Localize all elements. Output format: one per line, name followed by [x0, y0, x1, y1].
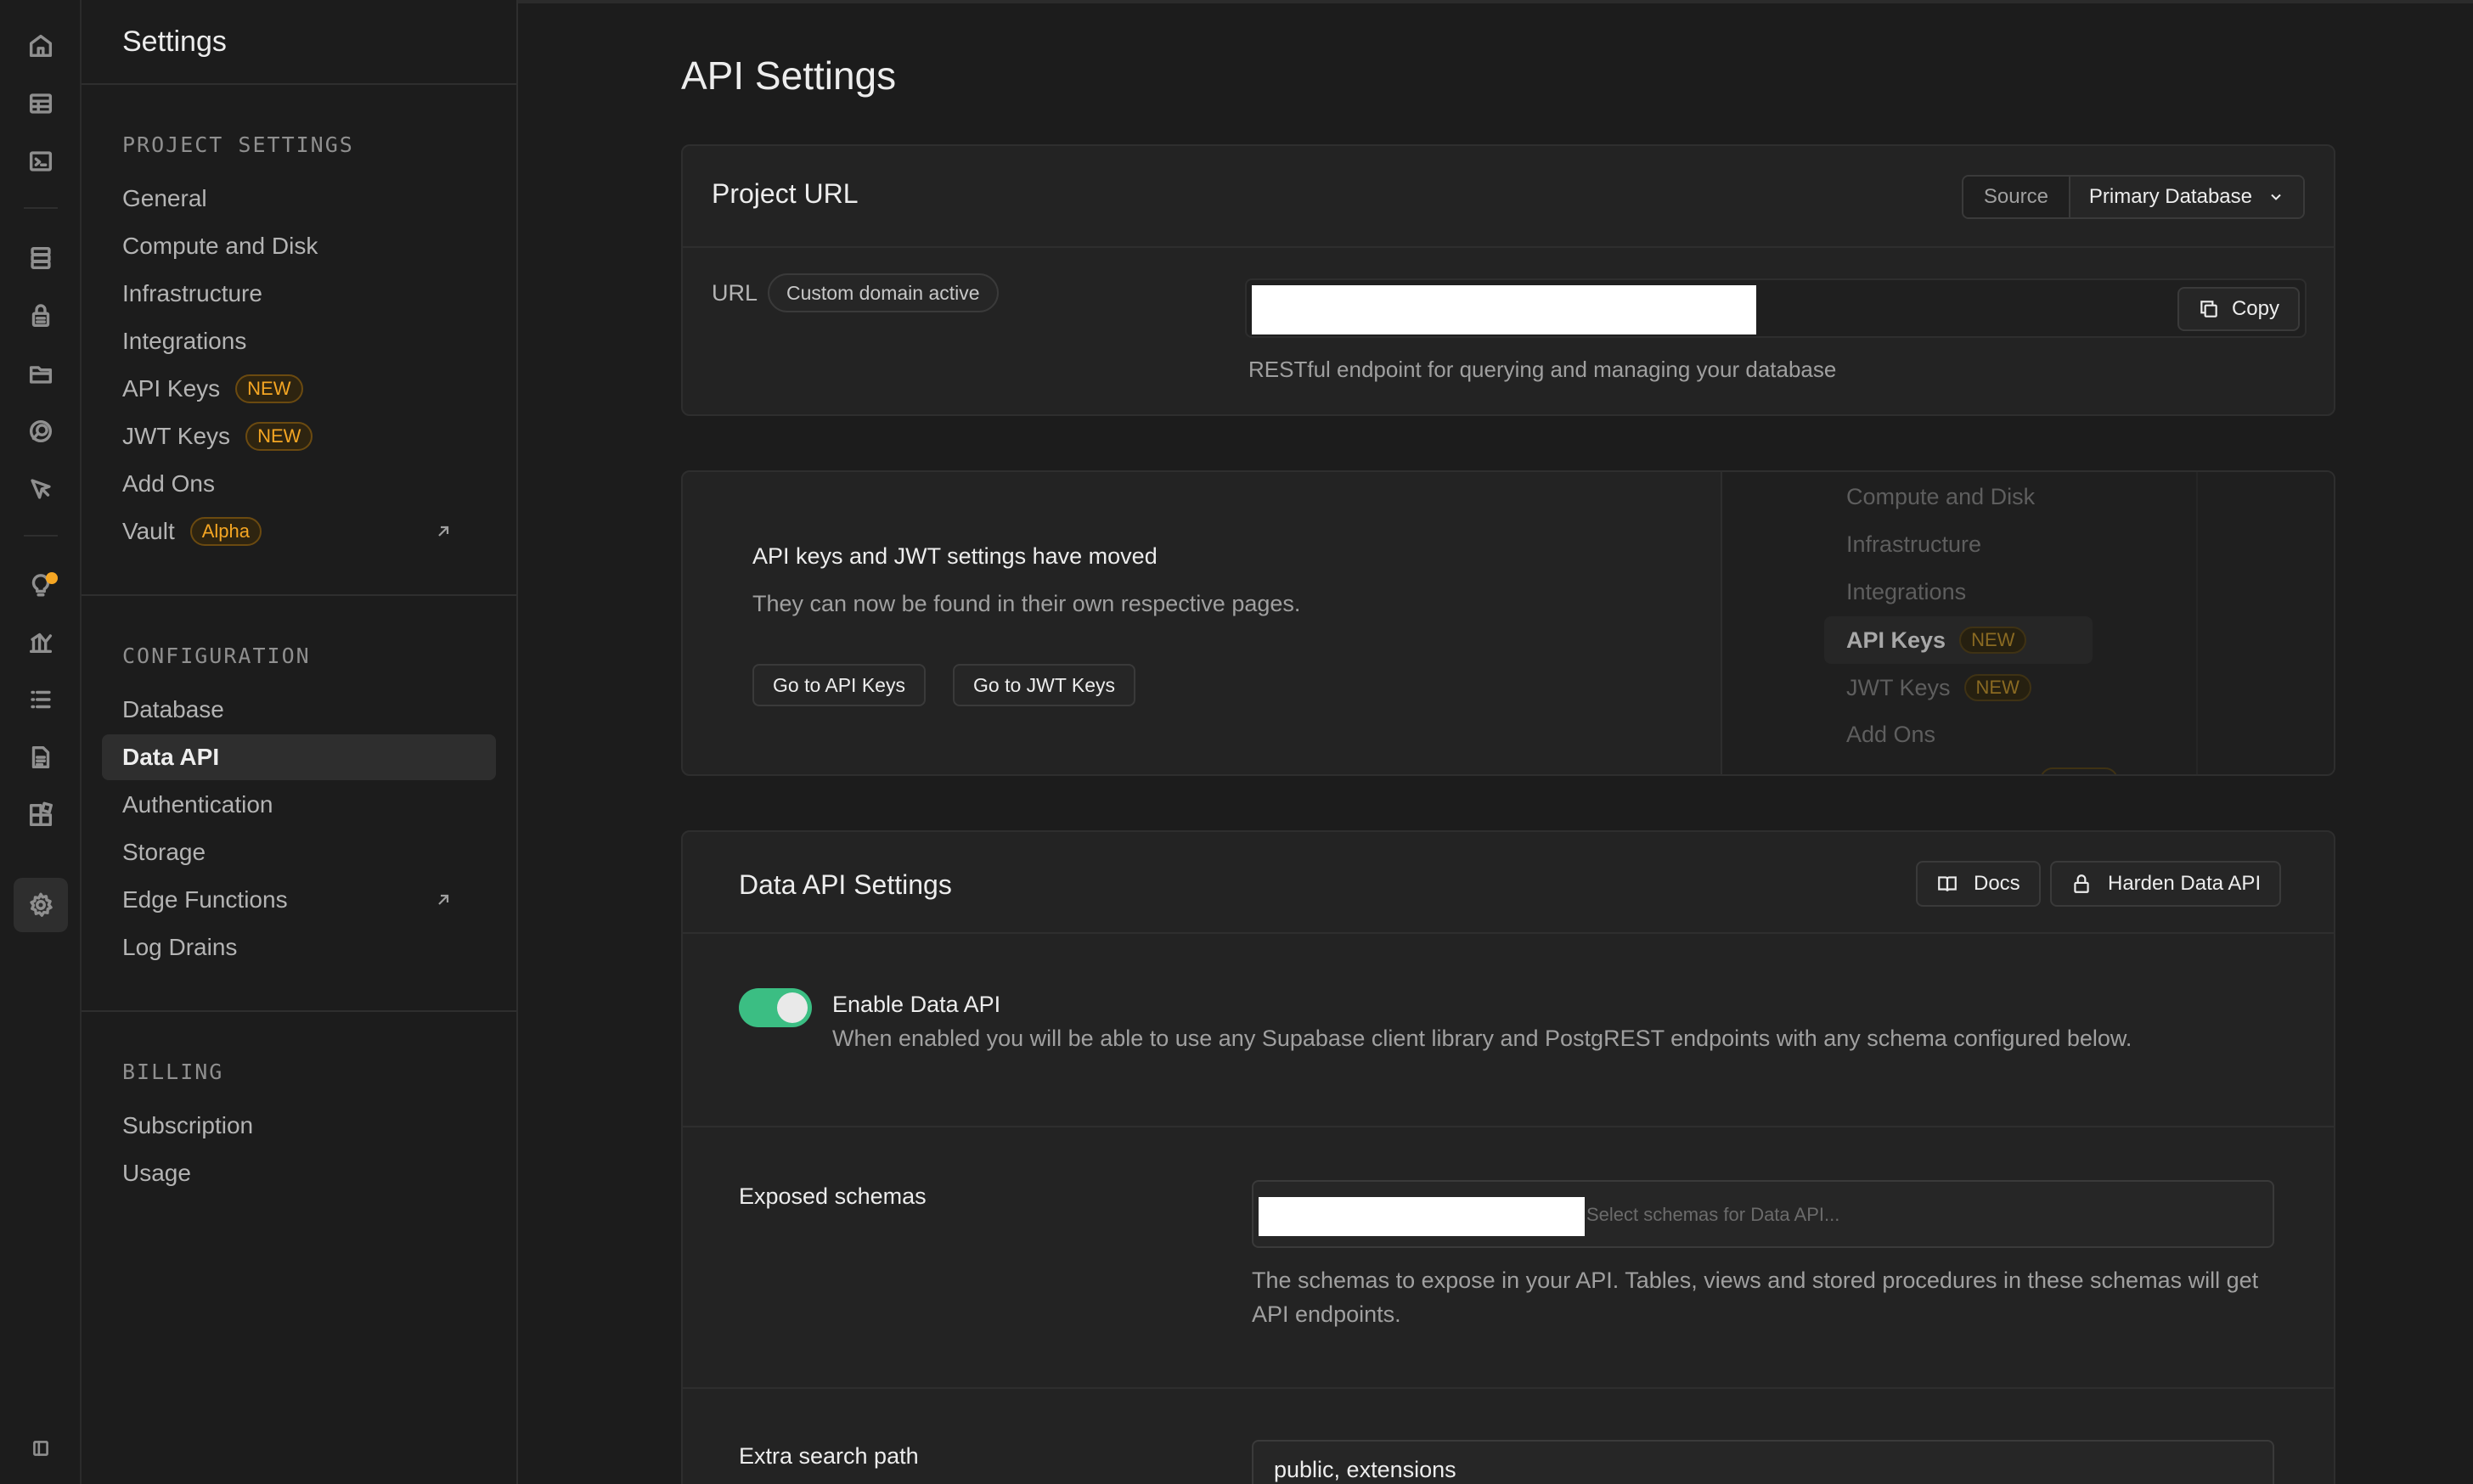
- sql-editor-icon[interactable]: [24, 144, 58, 178]
- sidebar-title: Settings: [122, 25, 227, 58]
- preview-cut-badge: [2040, 767, 2118, 774]
- data-api-title: Data API Settings: [739, 869, 952, 900]
- settings-moved-card: API keys and JWT settings have moved The…: [681, 470, 2335, 776]
- exposed-schemas-select[interactable]: Select schemas for Data API...: [1252, 1180, 2274, 1248]
- url-help-text: RESTful endpoint for querying and managi…: [1248, 357, 1837, 382]
- api-docs-icon[interactable]: [24, 740, 58, 774]
- new-badge: NEW: [1963, 674, 2031, 701]
- sidebar-preview: Compute and Disk Infrastructure Integrat…: [1721, 472, 2334, 774]
- sidebar-item-edge-functions[interactable]: Edge Functions: [102, 877, 496, 923]
- storage-folder-icon[interactable]: [24, 357, 58, 391]
- extra-search-path-label: Extra search path: [739, 1443, 919, 1469]
- sidebar-item-jwt-keys[interactable]: JWT Keys NEW: [102, 413, 496, 459]
- external-link-icon: [433, 889, 453, 909]
- table-editor-icon[interactable]: [24, 87, 58, 121]
- extra-search-path-input[interactable]: public, extensions: [1252, 1440, 2274, 1484]
- external-link-icon: [433, 520, 453, 541]
- redacted-url: [1252, 285, 1756, 334]
- section-heading-configuration: CONFIGURATION: [122, 644, 311, 668]
- chevron-down-icon: [2271, 194, 2281, 200]
- preview-item: Compute and Disk: [1846, 484, 2036, 509]
- auth-lock-icon[interactable]: [24, 299, 58, 333]
- project-url-field[interactable]: Copy: [1245, 278, 2307, 338]
- page-title: API Settings: [681, 53, 897, 98]
- url-label: URL: [712, 280, 758, 306]
- sidebar-item-storage[interactable]: Storage: [102, 829, 496, 875]
- enable-data-api-label: Enable Data API: [832, 992, 1001, 1017]
- moved-subtitle: They can now be found in their own respe…: [752, 591, 1301, 616]
- integrations-icon[interactable]: [24, 798, 58, 832]
- section-heading-project-settings: PROJECT SETTINGS: [122, 132, 354, 157]
- settings-sidebar: Settings PROJECT SETTINGS General Comput…: [82, 0, 518, 1484]
- sidebar-item-data-api[interactable]: Data API: [102, 734, 496, 780]
- collapse-sidebar-icon[interactable]: [24, 1431, 58, 1465]
- book-icon: [1938, 876, 1957, 891]
- extra-search-path-value: public, extensions: [1274, 1457, 1456, 1482]
- sidebar-item-integrations[interactable]: Integrations: [102, 318, 496, 364]
- sidebar-item-subscription[interactable]: Subscription: [102, 1103, 496, 1149]
- realtime-icon[interactable]: [24, 414, 58, 448]
- reports-icon[interactable]: [24, 625, 58, 659]
- sidebar-item-log-drains[interactable]: Log Drains: [102, 925, 496, 970]
- schemas-placeholder: Select schemas for Data API...: [1586, 1204, 1840, 1225]
- exposed-schemas-label: Exposed schemas: [739, 1183, 927, 1209]
- preview-item: JWT Keys NEW: [1846, 674, 2031, 701]
- notification-dot: [46, 572, 58, 584]
- docs-button[interactable]: Docs: [1916, 861, 2041, 907]
- moved-title: API keys and JWT settings have moved: [752, 543, 1158, 569]
- new-badge: NEW: [245, 422, 313, 451]
- preview-item: Add Ons: [1846, 722, 1936, 747]
- copy-icon: [2200, 301, 2217, 318]
- enable-data-api-toggle[interactable]: [739, 988, 812, 1027]
- sidebar-item-api-keys[interactable]: API Keys NEW: [102, 366, 496, 412]
- copy-button[interactable]: Copy: [2177, 287, 2300, 331]
- enable-data-api-description: When enabled you will be able to use any…: [832, 1026, 2132, 1051]
- toggle-knob: [777, 992, 808, 1023]
- new-badge: NEW: [235, 374, 303, 403]
- sidebar-item-database[interactable]: Database: [102, 687, 496, 733]
- preview-item: Infrastructure: [1846, 531, 1982, 557]
- project-url-card: Project URL Source Primary Database URL …: [681, 144, 2335, 416]
- preview-item: Integrations: [1846, 579, 1967, 604]
- home-icon[interactable]: [24, 29, 58, 63]
- settings-gear-icon[interactable]: [24, 888, 58, 922]
- new-badge: NEW: [1959, 627, 2027, 654]
- sidebar-item-infrastructure[interactable]: Infrastructure: [102, 271, 496, 317]
- alpha-badge: Alpha: [189, 517, 262, 546]
- database-icon[interactable]: [24, 241, 58, 275]
- icon-rail: [0, 0, 82, 1484]
- harden-data-api-button[interactable]: Harden Data API: [2050, 861, 2282, 907]
- sidebar-item-add-ons[interactable]: Add Ons: [102, 461, 496, 507]
- sidebar-item-vault[interactable]: Vault Alpha: [102, 509, 496, 554]
- data-api-settings-card: Data API Settings Docs Harden Data API E…: [681, 830, 2335, 1484]
- sidebar-item-authentication[interactable]: Authentication: [102, 782, 496, 828]
- source-label: Source: [1963, 177, 2070, 217]
- go-to-jwt-keys-button[interactable]: Go to JWT Keys: [953, 664, 1136, 706]
- logs-icon[interactable]: [24, 683, 58, 717]
- lock-icon: [2074, 874, 2089, 893]
- sidebar-item-usage[interactable]: Usage: [102, 1150, 496, 1196]
- sidebar-item-compute-and-disk[interactable]: Compute and Disk: [102, 223, 496, 269]
- project-url-title: Project URL: [712, 178, 859, 209]
- go-to-api-keys-button[interactable]: Go to API Keys: [752, 664, 926, 706]
- sidebar-item-general[interactable]: General: [102, 176, 496, 222]
- section-heading-billing: BILLING: [122, 1060, 224, 1084]
- exposed-schemas-help: The schemas to expose in your API. Table…: [1252, 1268, 2259, 1327]
- preview-item-highlighted: API Keys NEW: [1824, 616, 2093, 664]
- main-content: API Settings Project URL Source Primary …: [518, 0, 2473, 1484]
- redacted-schemas: [1259, 1197, 1585, 1236]
- custom-domain-badge: Custom domain active: [768, 273, 999, 312]
- source-dropdown[interactable]: Primary Database: [2070, 177, 2303, 217]
- source-selector[interactable]: Source Primary Database: [1961, 175, 2305, 219]
- edge-functions-icon[interactable]: [24, 472, 58, 506]
